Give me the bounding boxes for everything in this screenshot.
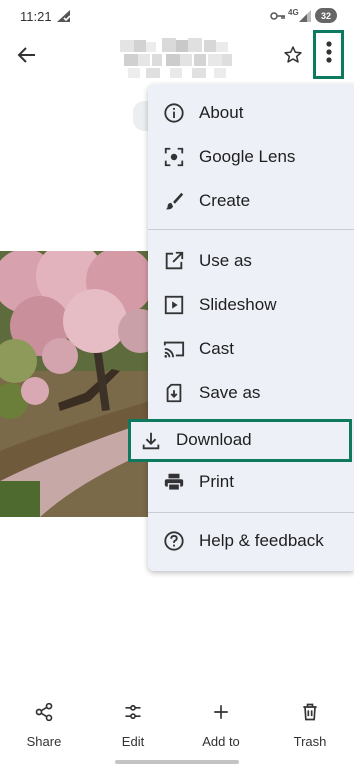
vpn-key-icon xyxy=(270,9,286,27)
menu-item-print[interactable]: Print xyxy=(148,460,354,504)
menu-label-cast: Cast xyxy=(199,339,234,358)
share-icon xyxy=(32,700,56,724)
menu-divider xyxy=(148,512,354,513)
menu-item-download[interactable]: Download xyxy=(128,419,352,462)
trash-label: Trash xyxy=(293,734,327,749)
trash-button[interactable]: Trash xyxy=(275,700,345,752)
menu-divider xyxy=(148,229,354,230)
back-button[interactable] xyxy=(10,40,44,74)
menu-label-google-lens: Google Lens xyxy=(199,147,296,166)
blurred-title xyxy=(116,38,236,80)
save-as-icon xyxy=(162,381,186,405)
cast-icon xyxy=(162,337,186,361)
edit-button[interactable]: Edit xyxy=(98,700,168,752)
photo-cherry-blossom[interactable] xyxy=(0,251,150,517)
menu-item-save-as[interactable]: Save as xyxy=(148,371,354,415)
menu-item-create[interactable]: Create xyxy=(148,179,354,223)
add-to-label: Add to xyxy=(202,734,240,749)
network-type: 4G xyxy=(288,8,299,17)
menu-label-slideshow: Slideshow xyxy=(199,295,277,314)
menu-item-help-feedback[interactable]: Help & feedback xyxy=(148,519,354,563)
status-time: 11:21 xyxy=(20,9,52,24)
print-icon xyxy=(162,470,186,494)
trash-icon xyxy=(298,700,322,724)
menu-item-cast[interactable]: Cast xyxy=(148,327,354,371)
edit-label: Edit xyxy=(121,734,145,749)
menu-label-use-as: Use as xyxy=(199,251,252,270)
app-bar xyxy=(0,30,354,82)
menu-label-save-as: Save as xyxy=(199,383,261,402)
add-to-button[interactable]: Add to xyxy=(186,700,256,752)
info-icon xyxy=(162,101,186,125)
menu-label-download: Download xyxy=(176,430,252,449)
cell-signal-icon xyxy=(299,9,311,27)
menu-item-slideshow[interactable]: Slideshow xyxy=(148,283,354,327)
battery-level: 32 xyxy=(315,8,337,23)
brush-icon xyxy=(162,189,186,213)
menu-item-use-as[interactable]: Use as xyxy=(148,239,354,283)
share-label: Share xyxy=(26,734,62,749)
home-indicator[interactable] xyxy=(115,760,239,764)
favorite-button[interactable] xyxy=(278,40,308,74)
menu-label-print: Print xyxy=(199,472,234,491)
tune-icon xyxy=(121,700,145,724)
more-vert-icon xyxy=(325,40,332,69)
share-button[interactable]: Share xyxy=(9,700,79,752)
open-external-icon xyxy=(162,249,186,273)
download-icon xyxy=(139,429,163,453)
menu-label-about: About xyxy=(199,103,244,122)
menu-item-google-lens[interactable]: Google Lens xyxy=(148,135,354,179)
help-icon xyxy=(162,529,186,553)
plus-icon xyxy=(209,700,233,724)
star-outline-icon xyxy=(283,45,303,70)
slideshow-icon xyxy=(162,293,186,317)
menu-label-create: Create xyxy=(199,191,251,210)
more-options-button[interactable] xyxy=(313,30,344,79)
lens-icon xyxy=(162,145,186,169)
signal-check-icon xyxy=(56,9,72,28)
overflow-menu: About Google Lens Create Use as Slidesho… xyxy=(148,84,354,571)
status-bar: 11:21 4G 32 xyxy=(0,0,354,34)
arrow-back-icon xyxy=(17,45,37,70)
menu-item-about[interactable]: About xyxy=(148,91,354,135)
menu-label-help-feedback: Help & feedback xyxy=(199,531,324,550)
bottom-action-bar: Share Edit Add to Trash xyxy=(0,690,354,768)
